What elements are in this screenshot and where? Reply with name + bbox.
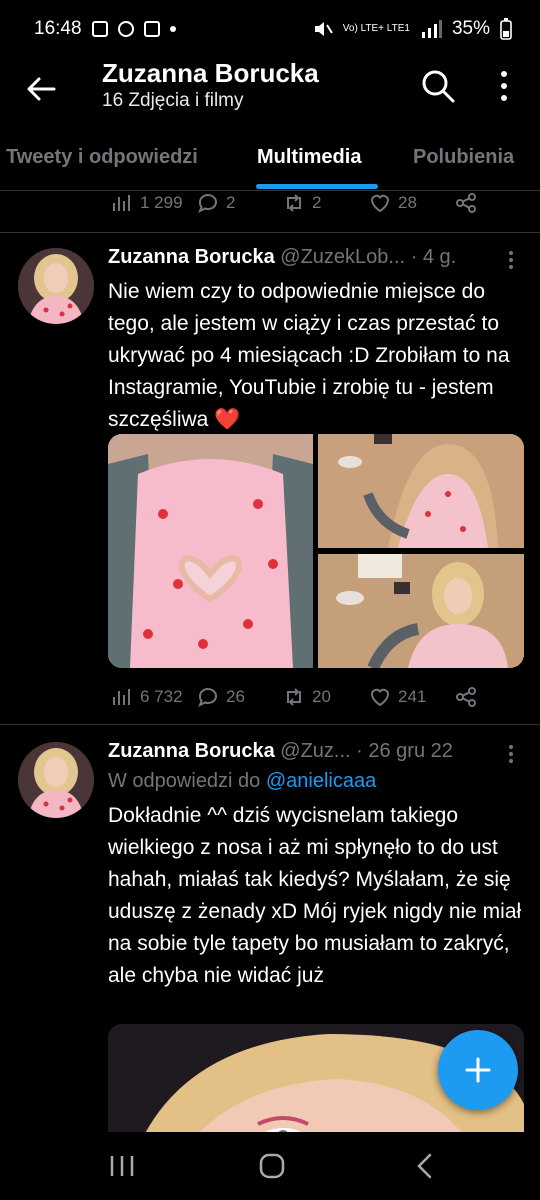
media-count: 16 Zdjęcia i filmy — [102, 90, 244, 111]
status-bar: 16:48 Vo) LTE+ LTE1 35% — [0, 0, 540, 58]
retweet-button[interactable]: 20 — [282, 685, 331, 709]
checkbox-icon — [143, 21, 160, 37]
retweet-icon — [287, 688, 301, 706]
reply-icon — [198, 688, 217, 708]
like-count: 241 — [398, 687, 427, 706]
reply-icon — [198, 194, 217, 214]
views-button[interactable]: 1 299 — [110, 191, 183, 215]
tab-replies[interactable]: Tweety i odpowiedzi — [6, 146, 198, 169]
battery-icon — [500, 18, 512, 40]
like-button[interactable]: 241 — [368, 685, 426, 709]
divider — [0, 232, 540, 233]
views-count: 1 299 — [140, 193, 183, 212]
retweet-count: 20 — [312, 687, 331, 706]
views-count: 6 732 — [140, 687, 183, 706]
share-icon — [456, 193, 476, 213]
recent-apps-icon[interactable] — [102, 1150, 142, 1182]
heart-emoji: ❤️ — [214, 408, 241, 431]
heart-icon — [370, 194, 390, 213]
tweet-time: · 4 g. — [410, 246, 457, 268]
reply-context: W odpowiedzi do @anielicaaa — [108, 770, 376, 793]
media-photo-1[interactable] — [108, 434, 313, 668]
system-nav-bar — [0, 1132, 540, 1200]
author-handle[interactable]: @ZuzekLob... — [280, 246, 405, 268]
tweet-time: · 26 gru 22 — [356, 740, 453, 762]
analytics-icon — [113, 689, 130, 705]
tweet-text: Nie wiem czy to odpowiednie miejsce do t… — [108, 276, 528, 436]
avatar-photo — [18, 742, 94, 818]
tweet-body: Nie wiem czy to odpowiednie miejsce do t… — [108, 280, 510, 431]
share-button[interactable] — [454, 191, 478, 215]
avatar[interactable] — [18, 248, 94, 324]
page-title: Zuzanna Borucka — [102, 58, 319, 88]
search-icon[interactable] — [420, 68, 456, 104]
back-nav-icon[interactable] — [404, 1150, 444, 1182]
plus-icon — [465, 1057, 491, 1083]
heart-icon — [370, 688, 390, 707]
reply-prefix: W odpowiedzi do — [108, 770, 261, 792]
author-handle[interactable]: @Zuz... — [280, 740, 350, 762]
retweet-icon — [287, 194, 301, 212]
tweet-actions: 6 732 26 20 241 — [108, 682, 528, 712]
media-photo-3[interactable] — [318, 554, 524, 668]
share-icon — [456, 687, 476, 707]
divider — [0, 724, 540, 725]
reply-button[interactable]: 26 — [196, 685, 245, 709]
notification-dot-icon — [169, 26, 176, 32]
tweet-header: Zuzanna Borucka @Zuz... · 26 gru 22 — [108, 740, 453, 763]
avatar[interactable] — [18, 742, 94, 818]
battery-percent: 35% — [451, 18, 490, 39]
reply-button[interactable]: 2 — [196, 191, 235, 215]
tweet-actions: 1 299 2 2 28 — [108, 188, 528, 218]
more-options-icon[interactable] — [490, 68, 518, 104]
retweet-button[interactable]: 2 — [282, 191, 321, 215]
like-button[interactable]: 28 — [368, 191, 417, 215]
reply-count: 2 — [226, 193, 236, 212]
back-arrow-icon[interactable] — [24, 72, 58, 106]
tab-media[interactable]: Multimedia — [257, 146, 361, 169]
analytics-icon — [113, 195, 130, 211]
reply-user-link[interactable]: @anielicaaa — [266, 770, 376, 792]
retweet-count: 2 — [312, 193, 322, 212]
profile-tabs: Tweety i odpowiedzi Multimedia Polubieni… — [0, 128, 540, 191]
tweet-header: Zuzanna Borucka @ZuzekLob... · 4 g. — [108, 246, 456, 269]
compose-tweet-button[interactable] — [438, 1030, 518, 1110]
status-time: 16:48 — [34, 18, 82, 39]
author-name[interactable]: Zuzanna Borucka — [108, 246, 275, 268]
network-label: Vo) LTE+ LTE1 — [342, 23, 410, 34]
home-icon[interactable] — [252, 1150, 292, 1182]
like-count: 28 — [398, 193, 417, 212]
tweet-text: Dokładnie ^^ dziś wycisnelam takiego wie… — [108, 804, 522, 987]
tweet-more-icon[interactable] — [504, 744, 518, 764]
mute-icon — [314, 22, 333, 36]
reply-count: 26 — [226, 687, 245, 706]
accessibility-icon — [117, 21, 134, 37]
views-button[interactable]: 6 732 — [110, 685, 183, 709]
share-button[interactable] — [454, 685, 478, 709]
author-name[interactable]: Zuzanna Borucka — [108, 740, 275, 762]
tab-likes[interactable]: Polubienia — [413, 146, 514, 169]
signal-icon — [421, 20, 442, 38]
gallery-icon — [91, 21, 108, 37]
avatar-photo — [18, 248, 94, 324]
tweet-media-grid — [108, 434, 524, 668]
profile-header: Zuzanna Borucka 16 Zdjęcia i filmy — [0, 58, 540, 128]
tweet-more-icon[interactable] — [504, 250, 518, 270]
media-photo-2[interactable] — [318, 434, 524, 548]
